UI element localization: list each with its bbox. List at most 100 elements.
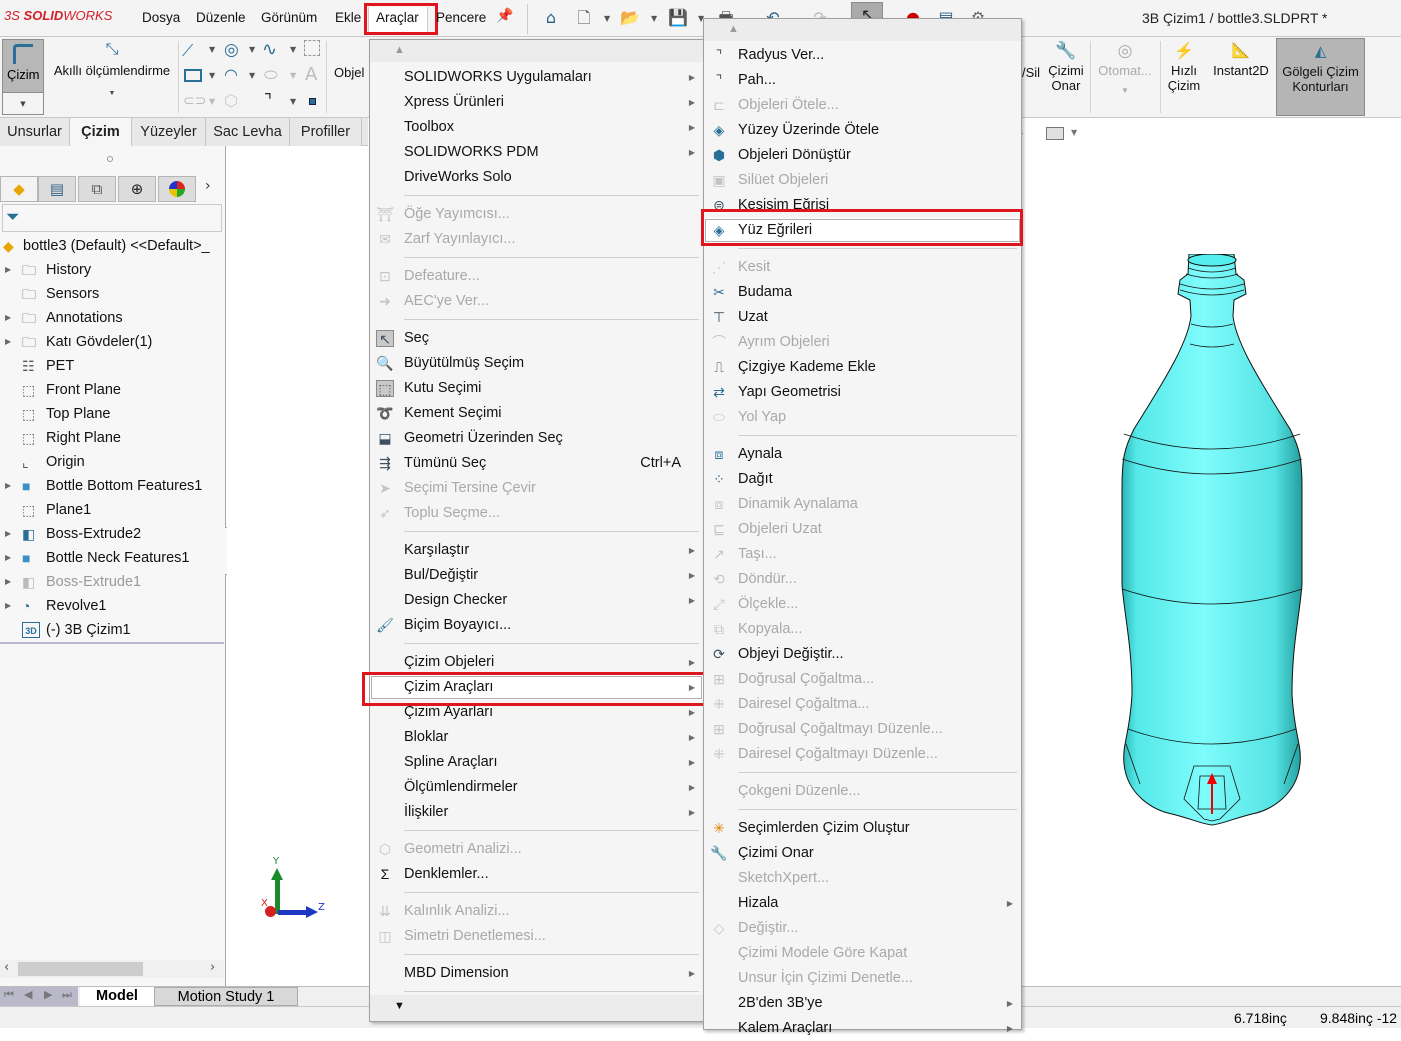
arc-tool-icon[interactable]: ◠ [224, 65, 238, 84]
new-document-icon[interactable]: 🗋 [574, 8, 594, 28]
next-tab-icon[interactable]: ▶ [44, 988, 52, 1001]
solidworks-logo[interactable]: 3S SOLIDWORKS [4, 8, 112, 23]
expand-arrow-icon[interactable]: ▶ [5, 475, 11, 497]
menu-item-dagit[interactable]: ⁘ Dağıt [704, 467, 1021, 492]
menu-dosya[interactable]: Dosya [142, 10, 180, 25]
menu-item-cizgiye-kademe-ekle[interactable]: ⎍ Çizgiye Kademe Ekle [704, 355, 1021, 380]
scroll-left-arrow-icon[interactable]: ‹ [4, 960, 9, 975]
expand-arrow-icon[interactable]: ▶ [5, 259, 11, 281]
tab-model[interactable]: Model [80, 987, 154, 1006]
home-icon[interactable]: ⌂ [541, 8, 561, 28]
pin-icon[interactable]: 📌 [496, 8, 513, 24]
configurationmanager-tab[interactable]: ⧉ [78, 176, 116, 202]
menu-duzenle[interactable]: Düzenle [196, 10, 246, 25]
chevron-down-icon[interactable]: ▼ [290, 45, 296, 54]
menu-item-toolbox[interactable]: Toolbox ▶ [370, 115, 703, 140]
menu-scroll-up[interactable]: ▲ [370, 40, 703, 62]
menu-item-solidworks-uygulamalari[interactable]: SOLIDWORKS Uygulamaları ▶ [370, 65, 703, 90]
tab-cizim[interactable]: Çizim [70, 118, 132, 146]
shaded-sketch-contours-button[interactable]: ◭ Gölgeli Çizim Konturları [1276, 38, 1365, 116]
menu-item-objeleri-donustur[interactable]: ⬢ Objeleri Dönüştür [704, 143, 1021, 168]
tab-scroll-buttons[interactable]: ⏮ ◀ ▶ ⏭ [0, 987, 78, 1006]
menu-item-spline-araclari[interactable]: Spline Araçları ▶ [370, 750, 703, 775]
tab-yuzeyler[interactable]: Yüzeyler [132, 118, 206, 146]
menu-item-solidworks-pdm[interactable]: SOLIDWORKS PDM ▶ [370, 140, 703, 165]
expand-arrow-icon[interactable]: ▶ [5, 523, 11, 545]
filter-funnel-icon[interactable]: ⏷ [6, 207, 20, 227]
rapid-sketch-button[interactable]: ⚡ Hızlı Çizim [1164, 41, 1204, 93]
menu-item-cizimi-onar[interactable]: 🔧 Çizimi Onar [704, 841, 1021, 866]
horizontal-scrollbar[interactable]: ‹ › [0, 960, 224, 978]
menu-item-driveworks-solo[interactable]: DriveWorks Solo [370, 165, 703, 190]
scrollbar-thumb[interactable] [18, 962, 143, 976]
line-tool-icon[interactable]: ⟋ [182, 41, 193, 61]
sketch-ribbon-button[interactable]: Çizim ▼ [2, 39, 44, 115]
menu-item-geometri-uzerinden-sec[interactable]: ⬓ Geometri Üzerinden Seç [370, 426, 703, 451]
tab-unsurlar[interactable]: Unsurlar [0, 118, 70, 146]
menu-ekle[interactable]: Ekle [335, 10, 361, 25]
menu-item-2b-den-3b-ye[interactable]: 2B'den 3B'ye ▶ [704, 991, 1021, 1016]
chevron-right-icon[interactable]: › [205, 178, 211, 194]
menu-pencere[interactable]: Pencere [436, 10, 486, 25]
panel-handle[interactable] [107, 156, 113, 162]
chevron-down-icon[interactable]: ▼ [249, 45, 255, 54]
menu-item-yuzey-uzerinde-otele[interactable]: ◈ Yüzey Üzerinde Ötele [704, 118, 1021, 143]
save-icon[interactable]: 💾 [668, 8, 688, 28]
rollback-bar[interactable] [0, 642, 224, 644]
rectangle-tool-icon[interactable] [184, 69, 202, 82]
menu-item-tumunu-sec[interactable]: ⇶ Tümünü Seç Ctrl+A [370, 451, 703, 476]
featuremanager-tab[interactable]: ◆ [0, 176, 38, 202]
chevron-down-icon[interactable]: ▼ [290, 97, 296, 106]
circle-tool-icon[interactable]: ◎ [224, 40, 239, 60]
tab-sac-levha[interactable]: Sac Levha [206, 118, 290, 146]
expand-arrow-icon[interactable]: ▶ [5, 331, 11, 353]
menu-item-karsilastir[interactable]: Karşılaştır ▶ [370, 538, 703, 563]
menu-item-bicim-boyayici[interactable]: 🖌 Biçim Boyayıcı... [370, 613, 703, 638]
expand-arrow-icon[interactable]: ▶ [5, 595, 11, 617]
previous-tab-icon[interactable]: ◀ [24, 988, 32, 1001]
menu-item-buyutulmus-secim[interactable]: 🔍 Büyütülmüş Seçim [370, 351, 703, 376]
menu-item-budama[interactable]: ✂ Budama [704, 280, 1021, 305]
bottle-model[interactable] [1112, 254, 1312, 834]
dimxpert-tab[interactable]: ⊕ [118, 176, 156, 202]
last-tab-icon[interactable]: ⏭ [62, 988, 72, 1002]
menu-item-kutu-secimi[interactable]: ⬚ Kutu Seçimi [370, 376, 703, 401]
menu-item-objeyi-degistir[interactable]: ⟳ Objeyi Değiştir... [704, 642, 1021, 667]
menu-item-pah[interactable]: ⌝ Pah... [704, 68, 1021, 93]
menu-item-sec[interactable]: ↖ Seç [370, 326, 703, 351]
display-manager-tab[interactable] [158, 176, 196, 202]
menu-item-mbd-dimension[interactable]: MBD Dimension ▶ [370, 961, 703, 986]
menu-item-iliskiler[interactable]: İlişkiler ▶ [370, 800, 703, 825]
propertymanager-tab[interactable]: ▤ [38, 176, 76, 202]
menu-item-aynala[interactable]: ⧈ Aynala [704, 442, 1021, 467]
sketch-fillet-icon[interactable]: ⌝ [264, 91, 272, 111]
instant2d-button[interactable]: 📐 Instant2D [1208, 41, 1274, 78]
display-monitor-icon[interactable] [1046, 127, 1064, 140]
menu-item-radyus-ver[interactable]: ⌝ Radyus Ver... [704, 43, 1021, 68]
spline-tool-icon[interactable]: ∿ [262, 39, 277, 60]
first-tab-icon[interactable]: ⏮ [4, 988, 14, 1002]
chevron-down-icon[interactable]: ▼ [50, 90, 174, 97]
smart-dimension-button[interactable]: ⤡ Akıllı ölçümlendirme ▼ [50, 41, 174, 97]
chevron-down-icon[interactable]: ▼ [209, 45, 215, 54]
trim-delete-label[interactable]: /Sil [1022, 65, 1040, 80]
menu-item-xpress-urunleri[interactable]: Xpress Ürünleri ▶ [370, 90, 703, 115]
menu-item-bloklar[interactable]: Bloklar ▶ [370, 725, 703, 750]
menu-item-hizala[interactable]: Hizala ▶ [704, 891, 1021, 916]
chevron-down-icon[interactable]: ▼ [3, 92, 43, 114]
menu-gorunum[interactable]: Görünüm [261, 10, 317, 25]
menu-item-kement-secimi[interactable]: ➰ Kement Seçimi [370, 401, 703, 426]
repair-sketch-button[interactable]: 🔧 Çizimi Onar [1044, 41, 1088, 93]
point-tool-icon[interactable] [309, 98, 316, 105]
expand-arrow-icon[interactable]: ▶ [5, 307, 11, 329]
expand-arrow-icon[interactable]: ▶ [5, 547, 11, 569]
menu-item-bul-degistir[interactable]: Bul/Değiştir ▶ [370, 563, 703, 588]
plane-tool-icon[interactable] [304, 40, 320, 56]
chevron-down-icon[interactable]: ▼ [604, 14, 610, 23]
menu-item-kalem-araclari[interactable]: Kalem Araçları ▶ [704, 1016, 1021, 1041]
filter-field[interactable]: ⏷ [2, 204, 222, 232]
menu-item-design-checker[interactable]: Design Checker ▶ [370, 588, 703, 613]
tab-motion-study[interactable]: Motion Study 1 [154, 987, 298, 1006]
menu-item-olcumlendirmeler[interactable]: Ölçümlendirmeler ▶ [370, 775, 703, 800]
menu-item-denklemler[interactable]: Σ Denklemler... [370, 862, 703, 887]
